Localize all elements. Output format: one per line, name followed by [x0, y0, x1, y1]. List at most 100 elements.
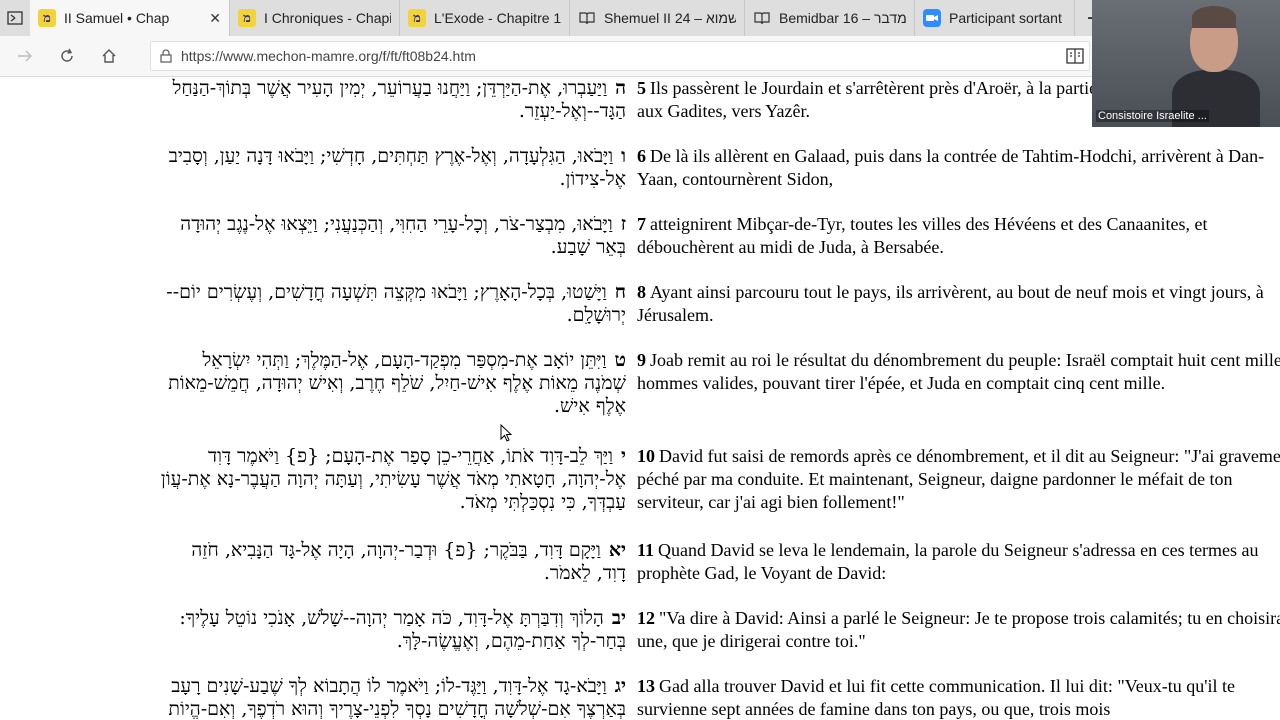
webcam-participant-label: Consistoire Israelite ... — [1096, 110, 1209, 122]
mouse-cursor-icon — [500, 424, 512, 442]
french-line: Gad alla trouver David et lui fit cette … — [637, 676, 1235, 719]
browser-tab[interactable]: מ II Samuel • Chap ✕ — [30, 0, 230, 36]
french-line: De là ils allèrent en Galaad, puis dans … — [637, 146, 1265, 189]
url-text: https://www.mechon-mamre.org/f/ft/ft08b2… — [181, 48, 476, 64]
hebrew-line: בְּאַרְצֶךָ אִם-שְׁלֹשָׁה חֳדָשִׁים נָסְ… — [168, 698, 626, 720]
french-verse-number: 7 — [637, 214, 646, 234]
hebrew-verse-text: ט וַיִּתֵּן יוֹאָב אֶת-מִסְפַּר מִפְקַד-ה… — [0, 349, 626, 418]
hebrew-line: וַיַּךְ לֵב-דָּוִד אֹתוֹ, אַחֲרֵי-כֵן סָ… — [207, 445, 614, 467]
french-line: Quand David se leva le lendemain, la par… — [637, 540, 1259, 583]
close-tab-icon[interactable]: ✕ — [209, 10, 221, 27]
hebrew-verse-text: יג וַיָּבֹא-גָד אֶל-דָּוִד, וַיַּגֶּד-לוֹ… — [0, 675, 626, 720]
tab-title: Bemidbar 16 – במדבר — [779, 10, 906, 26]
french-verse-text: 7 atteignirent Mibçar-de-Tyr, toutes les … — [637, 213, 1280, 259]
tab-title: II Samuel • Chap — [64, 10, 170, 26]
browser-tab[interactable]: Shemuel II 24 – שמוא — [570, 0, 745, 36]
arrow-right-icon — [18, 50, 32, 62]
hebrew-verse-number: ה — [615, 77, 626, 99]
french-verse-number: 9 — [637, 350, 646, 370]
refresh-icon — [61, 48, 73, 62]
hebrew-verse-number: יג — [614, 675, 626, 697]
hebrew-line: עַבְדְּךָ, כִּי נִסְכַּלְתִּי מְאֹד. — [459, 491, 626, 513]
french-line: "Va dire à David: Ainsi a parlé le Seign… — [637, 608, 1280, 651]
hebrew-verse-text: ו וַיָּבֹאוּ, הַגִּלְעָדָה, וְאֶל-אֶרֶץ ת… — [0, 145, 626, 191]
hebrew-verse-text: ז וַיָּבֹאוּ, מִבְצַר-צֹר, וְכָל-עָרֵי הַ… — [0, 213, 626, 259]
address-bar[interactable]: https://www.mechon-mamre.org/f/ft/ft08b2… — [150, 41, 1090, 71]
lock-icon — [151, 49, 181, 63]
zoom-favicon-icon — [923, 9, 941, 27]
reading-view-icon — [1066, 48, 1084, 64]
mechon-mamre-favicon-icon: מ — [238, 9, 256, 27]
reading-view-button[interactable] — [1066, 48, 1084, 68]
hebrew-verse-number: ט — [614, 349, 626, 371]
tab-title: I Chroniques - Chapi — [264, 10, 391, 26]
hebrew-verse-number: יב — [611, 607, 626, 629]
home-button[interactable] — [88, 36, 130, 76]
french-verse-text: 6 De là ils allèrent en Galaad, puis dans… — [637, 145, 1280, 191]
hebrew-line: אֶלֶף אִישׁ. — [553, 395, 626, 417]
hebrew-verse-text: ה וַיַּעַבְרוּ, אֶת-הַיַּרְדֵּן; וַיַּחֲנ… — [0, 77, 626, 123]
french-verse-number: 6 — [637, 146, 646, 166]
french-line: atteignirent Mibçar-de-Tyr, toutes les v… — [637, 214, 1208, 257]
hebrew-verse-number: י — [621, 445, 626, 467]
forward-button[interactable] — [4, 36, 46, 76]
hebrew-verse-number: ז — [620, 213, 626, 235]
hebrew-line: אֶל-צִידוֹן. — [559, 168, 626, 190]
french-verse-text: 8 Ayant ainsi parcouru tout le pays, ils … — [637, 281, 1280, 327]
french-verse-text: 12 "Va dire à David: Ainsi a parlé le Sei… — [637, 607, 1280, 653]
home-icon — [102, 49, 116, 63]
hebrew-verse-text: יב הָלוֹךְ וְדִבַּרְתָּ אֶל-דָּוִד, כֹּה … — [0, 607, 626, 653]
hebrew-line: הַגָּד--וְאֶל-יַעְזֵר. — [518, 100, 626, 122]
participant-hair — [1192, 6, 1236, 28]
refresh-button[interactable] — [46, 36, 88, 76]
hebrew-line: וַיָּבֹאוּ, מִבְצַר-צֹר, וְכָל-עָרֵי הַח… — [180, 213, 613, 235]
french-verse-text: 10 David fut saisi de remords après ce dé… — [637, 445, 1280, 514]
tab-title: Shemuel II 24 – שמוא — [604, 10, 736, 26]
hebrew-verse-text: יא וַיָּקָם דָּוִד, בַּבֹּקֶר; {פ} וּדְבַ… — [0, 539, 626, 585]
french-verse-text: 11 Quand David se leva le lendemain, la p… — [637, 539, 1280, 585]
hebrew-line: בְּחַר-לְךָ אַחַת-מֵהֶם, וְאֶעֱשֶׂה-לָּך… — [396, 630, 626, 652]
hebrew-line: דָוִד, לֵאמֹר. — [543, 562, 626, 584]
tab-title: L'Exode - Chapitre 1 — [434, 10, 561, 26]
tab-title: Participant sortant de — [949, 10, 1066, 26]
hebrew-line: אֶל-יְהוָה, חָטָאתִי מְאֹד אֲשֶׁר עָשִׂי… — [160, 468, 626, 490]
hebrew-line: וַיַּעַבְרוּ, אֶת-הַיַּרְדֵּן; וַיַּחֲנו… — [172, 77, 608, 99]
browser-tab[interactable]: Bemidbar 16 – במדבר — [745, 0, 915, 36]
hebrew-verse-text: י וַיַּךְ לֵב-דָּוִד אֹתוֹ, אַחֲרֵי-כֵן ס… — [0, 445, 626, 514]
french-line: Joab remit au roi le résultat du dénombr… — [637, 350, 1280, 393]
hebrew-line: וַיָּקָם דָּוִד, בַּבֹּקֶר; {פ} וּדְבַר-… — [191, 539, 601, 561]
hebrew-line: בְּאֵר שָׁבַע. — [550, 236, 626, 258]
french-verse-number: 11 — [637, 540, 655, 560]
browser-toolbar: https://www.mechon-mamre.org/f/ft/ft08b2… — [0, 36, 1280, 77]
webcam-overlay[interactable]: Consistoire Israelite ... — [1092, 0, 1280, 127]
french-verse-text: 9 Joab remit au roi le résultat du dénomb… — [637, 349, 1280, 395]
hebrew-verse-number: ח — [614, 281, 626, 303]
browser-tab[interactable]: מ L'Exode - Chapitre 1 — [400, 0, 570, 36]
hebrew-line: וַיָּשַׁטוּ, בְּכָל-הָאָרֶץ; וַיָּבֹאוּ … — [166, 281, 607, 303]
hebrew-line: וַיָּבֹאוּ, הַגִּלְעָדָה, וְאֶל-אֶרֶץ תּ… — [168, 145, 614, 167]
french-verse-number: 10 — [637, 446, 655, 466]
mechon-mamre-favicon-icon: מ — [38, 9, 56, 27]
browser-tab[interactable]: Participant sortant de — [915, 0, 1075, 36]
tab-strip: מ II Samuel • Chap ✕ מ I Chroniques - Chapi מ… — [0, 0, 1280, 36]
french-verse-text: 13 Gad alla trouver David et lui fit cett… — [637, 675, 1280, 720]
french-verse-number: 5 — [637, 78, 646, 98]
mechon-mamre-favicon-icon: מ — [408, 9, 426, 27]
hebrew-verse-number: יא — [608, 539, 626, 561]
hebrew-line: הָלוֹךְ וְדִבַּרְתָּ אֶל-דָּוִד, כֹּה אָ… — [179, 607, 604, 629]
book-favicon-icon — [578, 9, 596, 27]
hebrew-line: וַיָּבֹא-גָד אֶל-דָּוִד, וַיַּגֶּד-לוֹ; … — [171, 675, 607, 697]
browser-tab[interactable]: מ I Chroniques - Chapi — [230, 0, 400, 36]
hebrew-verse-text: ח וַיָּשַׁטוּ, בְּכָל-הָאָרֶץ; וַיָּבֹאוּ… — [0, 281, 626, 327]
book-favicon-icon — [753, 9, 771, 27]
french-verse-number: 12 — [637, 608, 655, 628]
page-content: ה וַיַּעַבְרוּ, אֶת-הַיַּרְדֵּן; וַיַּחֲנ… — [0, 77, 1280, 720]
french-verse-number: 8 — [637, 282, 646, 302]
french-line: Ayant ainsi parcouru tout le pays, ils a… — [637, 282, 1264, 325]
tab-actions-button[interactable] — [0, 0, 30, 36]
french-verse-number: 13 — [637, 676, 655, 696]
french-line: David fut saisi de remords après ce déno… — [637, 446, 1280, 512]
hebrew-verse-number: ו — [621, 145, 626, 167]
hebrew-line: שְׁמֹנֶה מֵאוֹת אֶלֶף אִישׁ-חַיִל, שֹׁלֵ… — [168, 372, 626, 394]
hebrew-line: יְרוּשָׁלִָם. — [566, 304, 626, 326]
